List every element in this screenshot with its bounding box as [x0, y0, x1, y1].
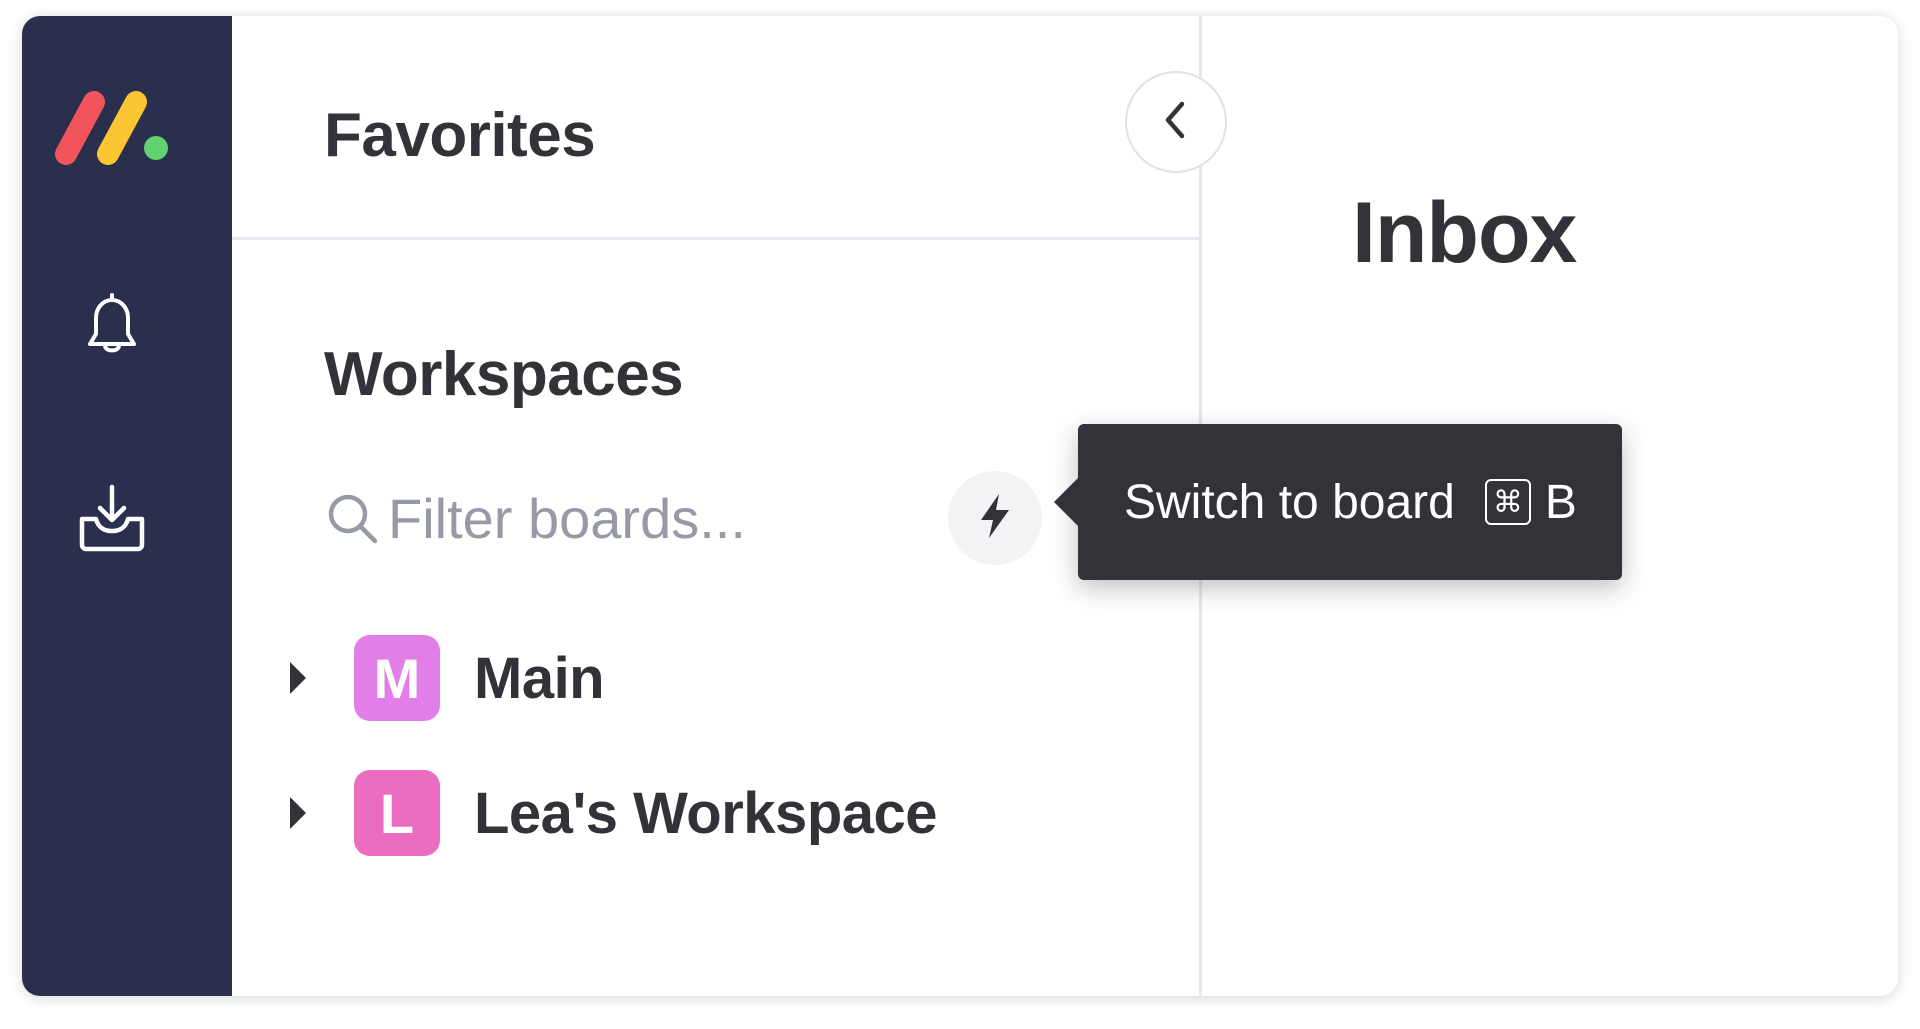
workspaces-heading: Workspaces	[324, 340, 684, 409]
workspace-name: Main	[474, 645, 605, 711]
lightning-icon	[975, 492, 1015, 545]
notifications-button[interactable]	[67, 281, 157, 371]
search-icon	[322, 488, 382, 548]
inbox-title: Inbox	[1352, 185, 1577, 281]
workspace-item-main[interactable]: M Main	[282, 633, 605, 723]
tooltip-text: Switch to board	[1124, 475, 1455, 529]
quick-switch-button[interactable]	[948, 471, 1042, 565]
chevron-left-icon	[1158, 98, 1194, 147]
bell-icon	[76, 288, 148, 365]
workspace-avatar: L	[354, 770, 440, 856]
favorites-heading[interactable]: Favorites	[324, 100, 596, 171]
collapse-panel-button[interactable]	[1125, 71, 1227, 173]
left-rail	[22, 16, 232, 996]
workspace-name: Lea's Workspace	[474, 780, 938, 846]
filter-boards-search	[322, 478, 922, 558]
monday-logo-icon[interactable]	[52, 84, 172, 168]
section-divider	[232, 237, 1200, 240]
filter-boards-input[interactable]	[388, 483, 888, 553]
shortcut-key: B	[1544, 475, 1577, 529]
inbox-button[interactable]	[67, 476, 157, 566]
caret-right-icon[interactable]	[282, 793, 314, 833]
inbox-download-icon	[72, 479, 152, 564]
app-window: Favorites Workspaces M Main L Lea's Wor	[22, 16, 1898, 996]
switch-board-tooltip: Switch to board ⌘ B	[1054, 424, 1622, 580]
workspace-avatar: M	[354, 635, 440, 721]
caret-right-icon[interactable]	[282, 658, 314, 698]
tooltip-arrow	[1054, 476, 1080, 528]
command-key-icon: ⌘	[1484, 479, 1531, 525]
workspace-item-leas-workspace[interactable]: L Lea's Workspace	[282, 768, 938, 858]
